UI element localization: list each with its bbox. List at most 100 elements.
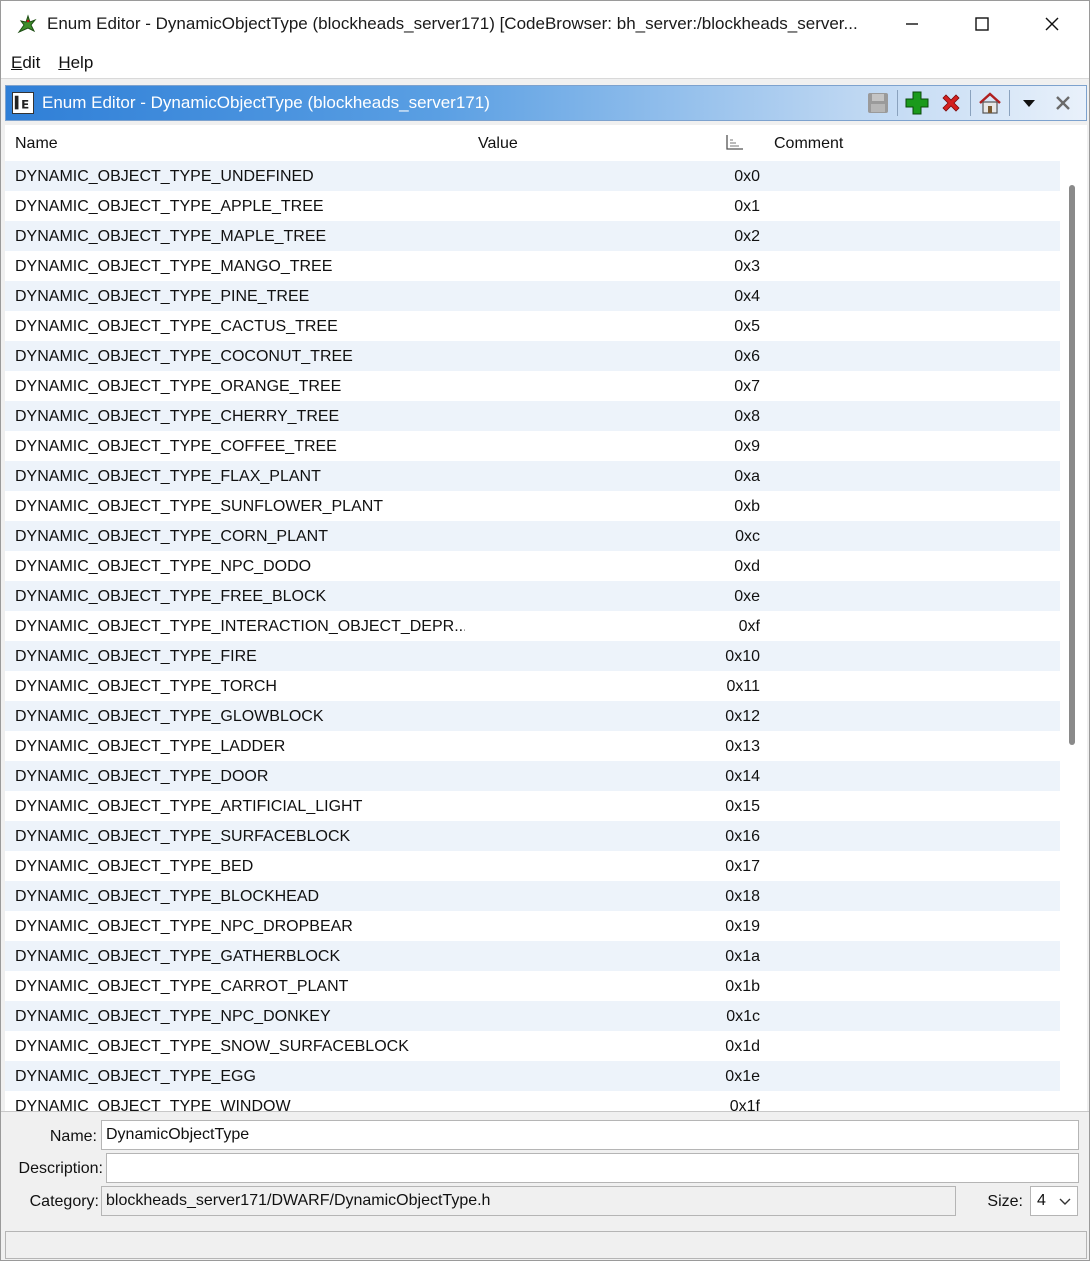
table-row[interactable]: DYNAMIC_OBJECT_TYPE_SURFACEBLOCK 0x16 [5,821,1060,851]
table-row[interactable]: DYNAMIC_OBJECT_TYPE_INTERACTION_OBJECT_D… [5,611,1060,641]
enum-values-table[interactable]: Name Value Comment DYNAMIC_OBJECT_TYPE_U… [5,125,1087,1111]
row-name-cell[interactable]: DYNAMIC_OBJECT_TYPE_CARROT_PLANT [15,971,465,1003]
column-header-name[interactable]: Name [15,125,58,161]
table-row[interactable]: DYNAMIC_OBJECT_TYPE_ORANGE_TREE 0x7 [5,371,1060,401]
row-value-cell[interactable]: 0x1 [660,191,760,223]
table-row[interactable]: DYNAMIC_OBJECT_TYPE_GATHERBLOCK 0x1a [5,941,1060,971]
row-value-cell[interactable]: 0x2 [660,221,760,253]
row-value-cell[interactable]: 0x9 [660,431,760,463]
name-field[interactable]: DynamicObjectType [101,1120,1079,1150]
row-name-cell[interactable]: DYNAMIC_OBJECT_TYPE_TORCH [15,671,465,703]
row-value-cell[interactable]: 0x8 [660,401,760,433]
table-row[interactable]: DYNAMIC_OBJECT_TYPE_PINE_TREE 0x4 [5,281,1060,311]
row-name-cell[interactable]: DYNAMIC_OBJECT_TYPE_NPC_DROPBEAR [15,911,465,943]
row-value-cell[interactable]: 0x1c [660,1001,760,1033]
minimize-button[interactable] [877,1,947,47]
row-value-cell[interactable]: 0x1f [660,1091,760,1111]
table-row[interactable]: DYNAMIC_OBJECT_TYPE_CORN_PLANT 0xc [5,521,1060,551]
row-name-cell[interactable]: DYNAMIC_OBJECT_TYPE_NPC_DONKEY [15,1001,465,1033]
title-bar[interactable]: Enum Editor - DynamicObjectType (blockhe… [1,1,1089,47]
row-name-cell[interactable]: DYNAMIC_OBJECT_TYPE_SUNFLOWER_PLANT [15,491,465,523]
table-row[interactable]: DYNAMIC_OBJECT_TYPE_APPLE_TREE 0x1 [5,191,1060,221]
table-row[interactable]: DYNAMIC_OBJECT_TYPE_LADDER 0x13 [5,731,1060,761]
table-row[interactable]: DYNAMIC_OBJECT_TYPE_BLOCKHEAD 0x18 [5,881,1060,911]
table-row[interactable]: DYNAMIC_OBJECT_TYPE_BED 0x17 [5,851,1060,881]
row-name-cell[interactable]: DYNAMIC_OBJECT_TYPE_DOOR [15,761,465,793]
table-row[interactable]: DYNAMIC_OBJECT_TYPE_MANGO_TREE 0x3 [5,251,1060,281]
toolbar-menu-dropdown[interactable] [1012,86,1046,120]
table-row[interactable]: DYNAMIC_OBJECT_TYPE_NPC_DONKEY 0x1c [5,1001,1060,1031]
row-value-cell[interactable]: 0x3 [660,251,760,283]
table-row[interactable]: DYNAMIC_OBJECT_TYPE_CHERRY_TREE 0x8 [5,401,1060,431]
table-row[interactable]: DYNAMIC_OBJECT_TYPE_TORCH 0x11 [5,671,1060,701]
row-name-cell[interactable]: DYNAMIC_OBJECT_TYPE_FLAX_PLANT [15,461,465,493]
table-row[interactable]: DYNAMIC_OBJECT_TYPE_NPC_DROPBEAR 0x19 [5,911,1060,941]
row-value-cell[interactable]: 0x19 [660,911,760,943]
row-value-cell[interactable]: 0x1e [660,1061,760,1093]
table-row[interactable]: DYNAMIC_OBJECT_TYPE_UNDEFINED 0x0 [5,161,1060,191]
row-value-cell[interactable]: 0x6 [660,341,760,373]
close-component-button[interactable] [1046,86,1080,120]
column-header-value[interactable]: Value [478,125,518,161]
row-name-cell[interactable]: DYNAMIC_OBJECT_TYPE_NPC_DODO [15,551,465,583]
row-value-cell[interactable]: 0x4 [660,281,760,313]
table-row[interactable]: DYNAMIC_OBJECT_TYPE_WINDOW 0x1f [5,1091,1060,1111]
sort-indicator-icon[interactable] [725,133,745,153]
row-name-cell[interactable]: DYNAMIC_OBJECT_TYPE_BLOCKHEAD [15,881,465,913]
row-name-cell[interactable]: DYNAMIC_OBJECT_TYPE_ORANGE_TREE [15,371,465,403]
apply-changes-button[interactable] [861,86,895,120]
size-select[interactable]: 4 [1030,1186,1078,1216]
row-value-cell[interactable]: 0x13 [660,731,760,763]
row-value-cell[interactable]: 0xb [660,491,760,523]
row-name-cell[interactable]: DYNAMIC_OBJECT_TYPE_INTERACTION_OBJECT_D… [15,611,465,643]
row-value-cell[interactable]: 0x0 [660,161,760,193]
table-row[interactable]: DYNAMIC_OBJECT_TYPE_CARROT_PLANT 0x1b [5,971,1060,1001]
row-name-cell[interactable]: DYNAMIC_OBJECT_TYPE_COCONUT_TREE [15,341,465,373]
table-row[interactable]: DYNAMIC_OBJECT_TYPE_SUNFLOWER_PLANT 0xb [5,491,1060,521]
row-value-cell[interactable]: 0x5 [660,311,760,343]
row-value-cell[interactable]: 0x16 [660,821,760,853]
row-name-cell[interactable]: DYNAMIC_OBJECT_TYPE_SURFACEBLOCK [15,821,465,853]
close-window-button[interactable] [1017,1,1087,47]
row-name-cell[interactable]: DYNAMIC_OBJECT_TYPE_APPLE_TREE [15,191,465,223]
row-value-cell[interactable]: 0x12 [660,701,760,733]
row-name-cell[interactable]: DYNAMIC_OBJECT_TYPE_EGG [15,1061,465,1093]
menu-edit[interactable]: Edit [11,53,40,73]
row-name-cell[interactable]: DYNAMIC_OBJECT_TYPE_PINE_TREE [15,281,465,313]
table-row[interactable]: DYNAMIC_OBJECT_TYPE_FLAX_PLANT 0xa [5,461,1060,491]
row-value-cell[interactable]: 0xe [660,581,760,613]
table-row[interactable]: DYNAMIC_OBJECT_TYPE_FIRE 0x10 [5,641,1060,671]
description-field[interactable] [106,1153,1079,1183]
row-value-cell[interactable]: 0x1a [660,941,760,973]
table-row[interactable]: DYNAMIC_OBJECT_TYPE_MAPLE_TREE 0x2 [5,221,1060,251]
row-value-cell[interactable]: 0x17 [660,851,760,883]
row-name-cell[interactable]: DYNAMIC_OBJECT_TYPE_BED [15,851,465,883]
table-row[interactable]: DYNAMIC_OBJECT_TYPE_COFFEE_TREE 0x9 [5,431,1060,461]
row-name-cell[interactable]: DYNAMIC_OBJECT_TYPE_MANGO_TREE [15,251,465,283]
row-name-cell[interactable]: DYNAMIC_OBJECT_TYPE_CORN_PLANT [15,521,465,553]
row-value-cell[interactable]: 0x14 [660,761,760,793]
row-name-cell[interactable]: DYNAMIC_OBJECT_TYPE_SNOW_SURFACEBLOCK [15,1031,465,1063]
row-value-cell[interactable]: 0x11 [660,671,760,703]
vertical-scrollbar-thumb[interactable] [1069,185,1075,745]
table-row[interactable]: DYNAMIC_OBJECT_TYPE_COCONUT_TREE 0x6 [5,341,1060,371]
row-name-cell[interactable]: DYNAMIC_OBJECT_TYPE_WINDOW [15,1091,465,1111]
row-value-cell[interactable]: 0x7 [660,371,760,403]
table-row[interactable]: DYNAMIC_OBJECT_TYPE_ARTIFICIAL_LIGHT 0x15 [5,791,1060,821]
row-name-cell[interactable]: DYNAMIC_OBJECT_TYPE_UNDEFINED [15,161,465,193]
delete-value-button[interactable] [934,86,968,120]
table-row[interactable]: DYNAMIC_OBJECT_TYPE_EGG 0x1e [5,1061,1060,1091]
row-name-cell[interactable]: DYNAMIC_OBJECT_TYPE_GLOWBLOCK [15,701,465,733]
table-row[interactable]: DYNAMIC_OBJECT_TYPE_FREE_BLOCK 0xe [5,581,1060,611]
row-value-cell[interactable]: 0x10 [660,641,760,673]
row-value-cell[interactable]: 0x1d [660,1031,760,1063]
row-value-cell[interactable]: 0x15 [660,791,760,823]
row-value-cell[interactable]: 0xd [660,551,760,583]
table-row[interactable]: DYNAMIC_OBJECT_TYPE_GLOWBLOCK 0x12 [5,701,1060,731]
column-header-comment[interactable]: Comment [774,125,843,161]
row-name-cell[interactable]: DYNAMIC_OBJECT_TYPE_CHERRY_TREE [15,401,465,433]
row-name-cell[interactable]: DYNAMIC_OBJECT_TYPE_ARTIFICIAL_LIGHT [15,791,465,823]
row-name-cell[interactable]: DYNAMIC_OBJECT_TYPE_LADDER [15,731,465,763]
row-name-cell[interactable]: DYNAMIC_OBJECT_TYPE_GATHERBLOCK [15,941,465,973]
row-name-cell[interactable]: DYNAMIC_OBJECT_TYPE_COFFEE_TREE [15,431,465,463]
